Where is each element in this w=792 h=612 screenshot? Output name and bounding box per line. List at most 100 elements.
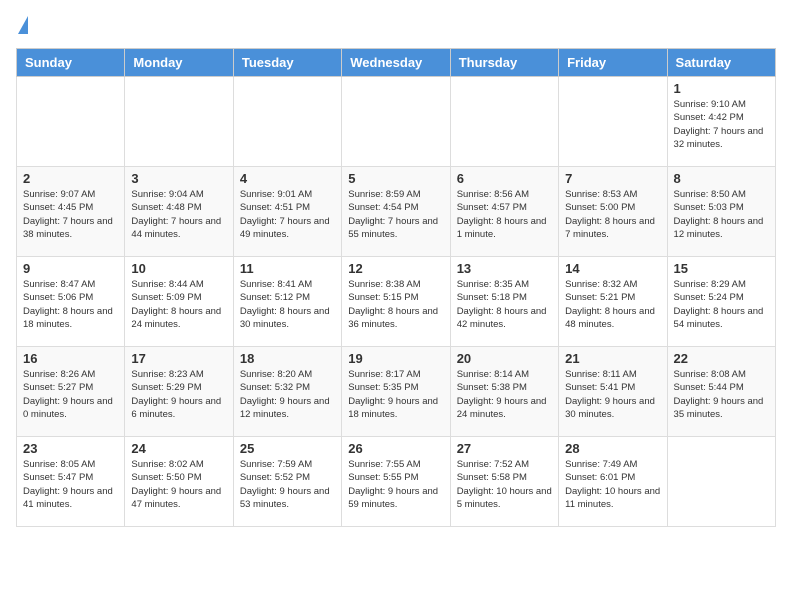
day-info: Sunrise: 7:55 AM Sunset: 5:55 PM Dayligh… <box>348 458 443 511</box>
day-number: 6 <box>457 171 552 186</box>
day-number: 14 <box>565 261 660 276</box>
calendar-week-5: 23 Sunrise: 8:05 AM Sunset: 5:47 PM Dayli… <box>17 437 776 527</box>
calendar-cell <box>450 77 558 167</box>
day-info: Sunrise: 8:20 AM Sunset: 5:32 PM Dayligh… <box>240 368 335 421</box>
day-header-wednesday: Wednesday <box>342 49 450 77</box>
calendar-cell: 7 Sunrise: 8:53 AM Sunset: 5:00 PM Daylig… <box>559 167 667 257</box>
day-header-tuesday: Tuesday <box>233 49 341 77</box>
calendar-cell: 23 Sunrise: 8:05 AM Sunset: 5:47 PM Dayli… <box>17 437 125 527</box>
day-header-saturday: Saturday <box>667 49 775 77</box>
day-info: Sunrise: 8:59 AM Sunset: 4:54 PM Dayligh… <box>348 188 443 241</box>
day-info: Sunrise: 8:35 AM Sunset: 5:18 PM Dayligh… <box>457 278 552 331</box>
calendar-cell: 8Sunrise: 8:50 AM Sunset: 5:03 PM Daylig… <box>667 167 775 257</box>
day-number: 12 <box>348 261 443 276</box>
day-number: 27 <box>457 441 552 456</box>
calendar-cell: 24 Sunrise: 8:02 AM Sunset: 5:50 PM Dayli… <box>125 437 233 527</box>
calendar-cell: 11 Sunrise: 8:41 AM Sunset: 5:12 PM Dayli… <box>233 257 341 347</box>
day-info: Sunrise: 8:29 AM Sunset: 5:24 PM Dayligh… <box>674 278 769 331</box>
day-info: Sunrise: 9:04 AM Sunset: 4:48 PM Dayligh… <box>131 188 226 241</box>
calendar-cell: 17 Sunrise: 8:23 AM Sunset: 5:29 PM Dayli… <box>125 347 233 437</box>
day-number: 19 <box>348 351 443 366</box>
day-info: Sunrise: 8:44 AM Sunset: 5:09 PM Dayligh… <box>131 278 226 331</box>
day-number: 23 <box>23 441 118 456</box>
calendar-cell: 19 Sunrise: 8:17 AM Sunset: 5:35 PM Dayli… <box>342 347 450 437</box>
day-info: Sunrise: 8:08 AM Sunset: 5:44 PM Dayligh… <box>674 368 769 421</box>
day-info: Sunrise: 8:05 AM Sunset: 5:47 PM Dayligh… <box>23 458 118 511</box>
calendar-cell: 6 Sunrise: 8:56 AM Sunset: 4:57 PM Daylig… <box>450 167 558 257</box>
day-info: Sunrise: 8:11 AM Sunset: 5:41 PM Dayligh… <box>565 368 660 421</box>
calendar-table: SundayMondayTuesdayWednesdayThursdayFrid… <box>16 48 776 527</box>
calendar-cell: 22 Sunrise: 8:08 AM Sunset: 5:44 PM Dayli… <box>667 347 775 437</box>
day-info: Sunrise: 8:56 AM Sunset: 4:57 PM Dayligh… <box>457 188 552 241</box>
calendar-header-row: SundayMondayTuesdayWednesdayThursdayFrid… <box>17 49 776 77</box>
calendar-week-3: 9 Sunrise: 8:47 AM Sunset: 5:06 PM Daylig… <box>17 257 776 347</box>
calendar-cell <box>233 77 341 167</box>
day-info: Sunrise: 9:07 AM Sunset: 4:45 PM Dayligh… <box>23 188 118 241</box>
calendar-cell: 27 Sunrise: 7:52 AM Sunset: 5:58 PM Dayli… <box>450 437 558 527</box>
calendar-week-1: 1 Sunrise: 9:10 AM Sunset: 4:42 PM Daylig… <box>17 77 776 167</box>
page-header <box>16 16 776 36</box>
day-header-friday: Friday <box>559 49 667 77</box>
day-number: 21 <box>565 351 660 366</box>
calendar-cell: 25 Sunrise: 7:59 AM Sunset: 5:52 PM Dayli… <box>233 437 341 527</box>
day-number: 17 <box>131 351 226 366</box>
day-info: Sunrise: 8:38 AM Sunset: 5:15 PM Dayligh… <box>348 278 443 331</box>
day-number: 4 <box>240 171 335 186</box>
calendar-cell <box>342 77 450 167</box>
calendar-cell: 16 Sunrise: 8:26 AM Sunset: 5:27 PM Dayli… <box>17 347 125 437</box>
day-info: Sunrise: 9:10 AM Sunset: 4:42 PM Dayligh… <box>674 98 769 151</box>
day-info: Sunrise: 8:23 AM Sunset: 5:29 PM Dayligh… <box>131 368 226 421</box>
calendar-week-2: 2 Sunrise: 9:07 AM Sunset: 4:45 PM Daylig… <box>17 167 776 257</box>
day-number: 25 <box>240 441 335 456</box>
calendar-week-4: 16 Sunrise: 8:26 AM Sunset: 5:27 PM Dayli… <box>17 347 776 437</box>
day-info: Sunrise: 8:53 AM Sunset: 5:00 PM Dayligh… <box>565 188 660 241</box>
day-number: 22 <box>674 351 769 366</box>
day-number: 9 <box>23 261 118 276</box>
day-info: Sunrise: 7:52 AM Sunset: 5:58 PM Dayligh… <box>457 458 552 511</box>
day-number: 3 <box>131 171 226 186</box>
calendar-cell: 2 Sunrise: 9:07 AM Sunset: 4:45 PM Daylig… <box>17 167 125 257</box>
day-number: 2 <box>23 171 118 186</box>
day-number: 5 <box>348 171 443 186</box>
day-number: 8 <box>674 171 769 186</box>
logo <box>16 16 28 36</box>
day-header-sunday: Sunday <box>17 49 125 77</box>
calendar-cell: 18Sunrise: 8:20 AM Sunset: 5:32 PM Dayli… <box>233 347 341 437</box>
calendar-cell: 14 Sunrise: 8:32 AM Sunset: 5:21 PM Dayli… <box>559 257 667 347</box>
calendar-cell: 26 Sunrise: 7:55 AM Sunset: 5:55 PM Dayli… <box>342 437 450 527</box>
calendar-cell: 20 Sunrise: 8:14 AM Sunset: 5:38 PM Dayli… <box>450 347 558 437</box>
day-number: 11 <box>240 261 335 276</box>
day-number: 13 <box>457 261 552 276</box>
calendar-cell: 21 Sunrise: 8:11 AM Sunset: 5:41 PM Dayli… <box>559 347 667 437</box>
calendar-cell <box>559 77 667 167</box>
calendar-cell: 10 Sunrise: 8:44 AM Sunset: 5:09 PM Dayli… <box>125 257 233 347</box>
day-number: 28 <box>565 441 660 456</box>
day-info: Sunrise: 8:32 AM Sunset: 5:21 PM Dayligh… <box>565 278 660 331</box>
calendar-cell: 9 Sunrise: 8:47 AM Sunset: 5:06 PM Daylig… <box>17 257 125 347</box>
day-info: Sunrise: 8:41 AM Sunset: 5:12 PM Dayligh… <box>240 278 335 331</box>
day-info: Sunrise: 7:59 AM Sunset: 5:52 PM Dayligh… <box>240 458 335 511</box>
day-info: Sunrise: 8:17 AM Sunset: 5:35 PM Dayligh… <box>348 368 443 421</box>
day-info: Sunrise: 8:02 AM Sunset: 5:50 PM Dayligh… <box>131 458 226 511</box>
calendar-cell: 13 Sunrise: 8:35 AM Sunset: 5:18 PM Dayli… <box>450 257 558 347</box>
calendar-cell: 12 Sunrise: 8:38 AM Sunset: 5:15 PM Dayli… <box>342 257 450 347</box>
logo-triangle-icon <box>18 16 28 34</box>
day-number: 26 <box>348 441 443 456</box>
day-info: Sunrise: 9:01 AM Sunset: 4:51 PM Dayligh… <box>240 188 335 241</box>
calendar-cell: 15Sunrise: 8:29 AM Sunset: 5:24 PM Dayli… <box>667 257 775 347</box>
day-info: Sunrise: 8:47 AM Sunset: 5:06 PM Dayligh… <box>23 278 118 331</box>
calendar-cell <box>667 437 775 527</box>
day-number: 7 <box>565 171 660 186</box>
calendar-cell: 4 Sunrise: 9:01 AM Sunset: 4:51 PM Daylig… <box>233 167 341 257</box>
day-number: 10 <box>131 261 226 276</box>
calendar-cell <box>17 77 125 167</box>
day-number: 20 <box>457 351 552 366</box>
calendar-cell: 5 Sunrise: 8:59 AM Sunset: 4:54 PM Daylig… <box>342 167 450 257</box>
day-number: 1 <box>674 81 769 96</box>
day-info: Sunrise: 8:26 AM Sunset: 5:27 PM Dayligh… <box>23 368 118 421</box>
day-info: Sunrise: 7:49 AM Sunset: 6:01 PM Dayligh… <box>565 458 660 511</box>
day-info: Sunrise: 8:14 AM Sunset: 5:38 PM Dayligh… <box>457 368 552 421</box>
day-number: 16 <box>23 351 118 366</box>
day-number: 24 <box>131 441 226 456</box>
calendar-cell: 3 Sunrise: 9:04 AM Sunset: 4:48 PM Daylig… <box>125 167 233 257</box>
